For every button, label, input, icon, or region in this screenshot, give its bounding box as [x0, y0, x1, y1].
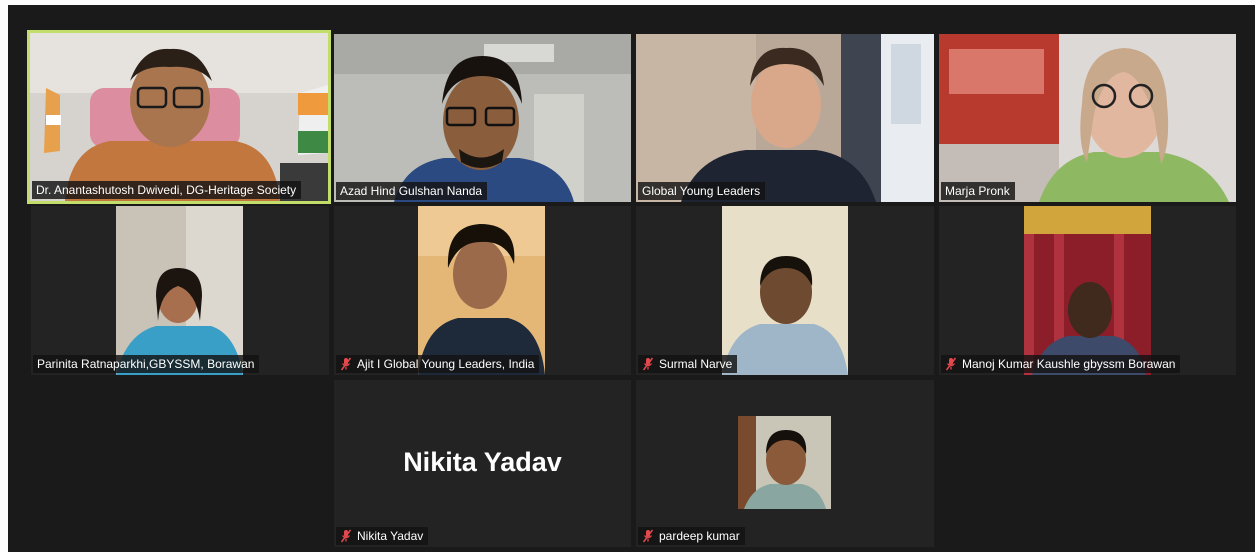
- participant-tile[interactable]: Parinita Ratnaparkhi,GBYSSM, Borawan: [31, 206, 329, 375]
- participant-video: [1024, 206, 1151, 375]
- participant-name-label: Azad Hind Gulshan Nanda: [336, 182, 488, 200]
- participant-name-label: Surmal Narve: [638, 355, 738, 373]
- participant-name: Nikita Yadav: [357, 529, 424, 543]
- participant-name: Surmal Narve: [659, 357, 733, 371]
- participant-tile[interactable]: Azad Hind Gulshan Nanda: [334, 34, 631, 202]
- participant-video: [334, 34, 631, 202]
- participant-name-label: Ajit I Global Young Leaders, India: [336, 355, 540, 373]
- participant-name-label: Manoj Kumar Kaushle gbyssm Borawan: [941, 355, 1181, 373]
- participant-tile[interactable]: Nikita Yadav Nikita Yadav: [334, 380, 631, 547]
- participant-name-label: Dr. Anantashutosh Dwivedi, DG-Heritage S…: [32, 181, 302, 199]
- participant-tile[interactable]: Dr. Anantashutosh Dwivedi, DG-Heritage S…: [27, 30, 331, 204]
- mic-muted-icon: [340, 529, 352, 543]
- participant-name: Parinita Ratnaparkhi,GBYSSM, Borawan: [37, 357, 255, 371]
- participant-name-label: pardeep kumar: [638, 527, 745, 545]
- participant-name: Dr. Anantashutosh Dwivedi, DG-Heritage S…: [36, 183, 297, 197]
- video-gallery: Dr. Anantashutosh Dwivedi, DG-Heritage S…: [8, 5, 1255, 552]
- participant-name-label: Nikita Yadav: [336, 527, 429, 545]
- participant-name: Azad Hind Gulshan Nanda: [340, 184, 483, 198]
- mic-muted-icon: [945, 357, 957, 371]
- participant-name: Global Young Leaders: [642, 184, 761, 198]
- participant-video: [939, 34, 1236, 202]
- participant-tile[interactable]: Surmal Narve: [636, 206, 934, 375]
- mic-muted-icon: [642, 529, 654, 543]
- participant-name: pardeep kumar: [659, 529, 740, 543]
- participant-name: Manoj Kumar Kaushle gbyssm Borawan: [962, 357, 1176, 371]
- participant-video: [722, 206, 848, 375]
- participant-tile[interactable]: Global Young Leaders: [636, 34, 934, 202]
- mic-muted-icon: [642, 357, 654, 371]
- participant-tile[interactable]: Manoj Kumar Kaushle gbyssm Borawan: [939, 206, 1236, 375]
- participant-tile[interactable]: Marja Pronk: [939, 34, 1236, 202]
- participant-name-display: Nikita Yadav: [403, 447, 562, 477]
- participant-name-label: Parinita Ratnaparkhi,GBYSSM, Borawan: [33, 355, 260, 373]
- participant-name: Ajit I Global Young Leaders, India: [357, 357, 535, 371]
- participant-tile[interactable]: Ajit I Global Young Leaders, India: [334, 206, 631, 375]
- participant-video: [30, 33, 328, 201]
- participant-video: [738, 416, 831, 509]
- participant-video: [116, 206, 243, 375]
- participant-tile[interactable]: pardeep kumar: [636, 380, 934, 547]
- participant-name-label: Marja Pronk: [941, 182, 1015, 200]
- mic-muted-icon: [340, 357, 352, 371]
- participant-name-label: Global Young Leaders: [638, 182, 766, 200]
- participant-name: Marja Pronk: [945, 184, 1010, 198]
- participant-video: [636, 34, 934, 202]
- participant-video: [418, 206, 545, 375]
